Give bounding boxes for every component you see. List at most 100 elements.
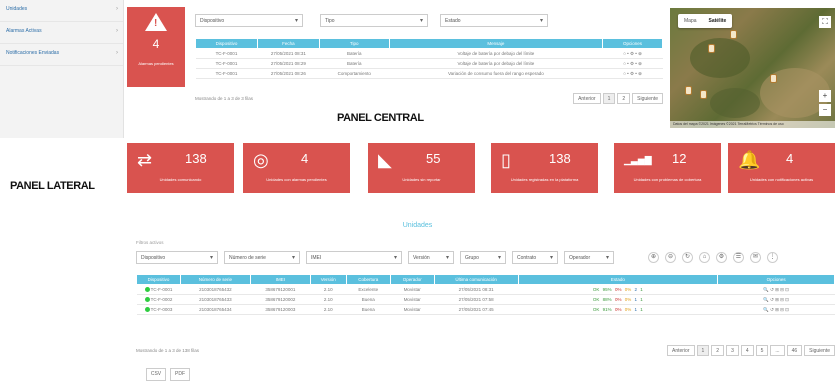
map-type-tabs: Mapa Satélite [678, 14, 733, 28]
column-header[interactable]: IMEI [249, 274, 311, 285]
stat-tile-registered[interactable]: ▯ 138 Unidades registradas en la platafo… [491, 143, 598, 193]
stat-tile-pending-alarms[interactable]: ◎ 4 Unidades con alarmas pendientes [243, 143, 350, 193]
zoom-in-icon[interactable]: ⊕ [648, 252, 659, 263]
page-2[interactable]: 2 [617, 93, 631, 104]
row-options[interactable]: ○ • ⚙ • ⊗ [602, 48, 663, 59]
refresh-icon[interactable]: ↻ [682, 252, 693, 263]
column-header[interactable]: Número de serie [179, 274, 251, 285]
map-marker-icon[interactable] [730, 30, 737, 39]
signal-icon: 1 [634, 307, 638, 312]
panel-central-label: PANEL CENTRAL [337, 112, 424, 124]
menu-icon[interactable]: ☰ [733, 252, 744, 263]
column-header[interactable]: Opciones [602, 38, 663, 49]
panel-lateral-label: PANEL LATERAL [10, 180, 95, 192]
map-marker-icon[interactable] [770, 74, 777, 83]
page-prev[interactable]: Anterior [666, 345, 695, 356]
zoom-out-icon[interactable]: − [819, 104, 831, 116]
column-header[interactable]: Opciones [717, 274, 835, 285]
filter-version-select[interactable]: Versión ▾ [408, 251, 454, 264]
export-csv-button[interactable]: CSV [146, 368, 166, 381]
map-marker-icon[interactable] [708, 44, 715, 53]
stat-tile-notifications[interactable]: 🔔 4 Unidades con notificaciones activas [728, 143, 835, 193]
satellite-map[interactable]: Mapa Satélite ⛶ + − Datos del mapa ©2021… [670, 8, 835, 128]
table-row[interactable]: TC-F-0002 2103018765433 358679120002 2.1… [136, 294, 835, 305]
stat-tile-communicating[interactable]: ⇄ 138 Unidades comunicando [127, 143, 234, 193]
units-filters: Dispositivo ▾ Número de serie ▾ IMEI ▾ Vers… [136, 251, 835, 265]
chevron-down-icon: ▾ [605, 255, 609, 261]
row-options[interactable]: 🔍 ↺ ⊞ ⊟ ⊡ [717, 294, 835, 305]
table-row[interactable]: TC-F-0001 2103018765432 358679120001 2.1… [136, 284, 835, 295]
row-options[interactable]: ○ • ⚙ • ⊗ [602, 68, 663, 79]
table-row[interactable]: TC-F-0001 27/05/2021 08:26 Comportamient… [195, 68, 663, 79]
stat-tile-not-reporting[interactable]: ◣ 55 Unidades sin reportar [368, 143, 475, 193]
zoom-in-icon[interactable]: + [819, 90, 831, 102]
battery-icon: 95% [602, 287, 612, 292]
column-header[interactable]: Operador [389, 274, 435, 285]
sidebar-item-alarms[interactable]: Alarmas Activas › [0, 22, 123, 44]
column-header[interactable]: Cobertura [345, 274, 391, 285]
filter-device-select[interactable]: Dispositivo ▾ [136, 251, 218, 264]
page-2[interactable]: 2 [711, 345, 725, 356]
column-header[interactable]: Fecha [256, 38, 320, 49]
table-row[interactable]: TC-F-0001 27/05/2021 08:31 Batería Volta… [195, 48, 663, 59]
column-header[interactable]: Dispositivo [195, 38, 258, 49]
column-header[interactable]: Estado [517, 274, 719, 285]
stat-tile-coverage[interactable]: ▁▃▅▇ 12 Unidades con problemas de cobert… [614, 143, 721, 193]
sidebar-item-units[interactable]: Unidades › [0, 0, 123, 22]
wifi-icon: 1 [640, 307, 643, 312]
sidebar-item-notifications[interactable]: Notificaciones Enviadas › [0, 44, 123, 66]
table-row[interactable]: TC-F-0001 27/05/2021 08:29 Batería Volta… [195, 58, 663, 69]
page-4[interactable]: 4 [740, 345, 754, 356]
page-prev[interactable]: Anterior [573, 93, 601, 104]
active-filters-label[interactable]: Filtros activos [136, 240, 164, 245]
home-icon[interactable]: ⌂ [699, 252, 710, 263]
transfer-icon: ⇄ [137, 150, 153, 170]
map-credit: Datos del mapa ©2021 Imágenes ©2021 Terr… [670, 121, 835, 128]
page-1[interactable]: 1 [696, 345, 710, 356]
alarm-summary-tile[interactable]: ! 4 Alarmas pendientes [127, 7, 185, 87]
online-status-dot [144, 307, 150, 313]
map-marker-icon[interactable] [700, 90, 707, 99]
filter-group-select[interactable]: Grupo ▾ [460, 251, 506, 264]
table-row[interactable]: TC-F-0003 2103018765434 358679120003 2.1… [136, 304, 835, 315]
page-last[interactable]: 46 [786, 345, 803, 356]
row-options[interactable]: 🔍 ↺ ⊞ ⊟ ⊡ [717, 304, 835, 315]
column-header[interactable]: Última comunicación [433, 274, 519, 285]
map-tab-map[interactable]: Mapa [678, 14, 703, 28]
column-header[interactable]: Tipo [318, 38, 390, 49]
map-tab-satellite[interactable]: Satélite [703, 14, 733, 28]
mail-icon[interactable]: ✉ [750, 252, 761, 263]
stat-value: 12 [672, 151, 687, 166]
alarms-table-footer: Mostrando de 1 a 3 de 3 filas Anterior 1… [195, 93, 663, 104]
filter-contract-select[interactable]: Contrato ▾ [512, 251, 558, 264]
filter-type-select[interactable]: Tipo ▾ [320, 14, 428, 27]
column-header[interactable]: Mensaje [388, 38, 604, 49]
column-header[interactable]: Dispositivo [136, 274, 181, 285]
export-pdf-button[interactable]: PDF [170, 368, 190, 381]
fullscreen-icon[interactable]: ⛶ [819, 16, 831, 28]
chevron-right-icon: › [116, 6, 118, 12]
map-marker-icon[interactable] [685, 86, 692, 95]
filter-state-select[interactable]: Estado ▾ [440, 14, 548, 27]
filter-imei-select[interactable]: IMEI ▾ [306, 251, 402, 264]
gear-icon[interactable]: ⚙ [716, 252, 727, 263]
zoom-out-icon[interactable]: ⊖ [665, 252, 676, 263]
page-ellipsis: ... [770, 345, 785, 356]
page-next[interactable]: Siguiente [632, 93, 663, 104]
more-icon[interactable]: ⋮ [767, 252, 778, 263]
page-next[interactable]: Siguiente [804, 345, 835, 356]
column-header[interactable]: Versión [309, 274, 347, 285]
page-3[interactable]: 3 [726, 345, 739, 356]
sidebar-item-label: Notificaciones Enviadas [6, 50, 60, 56]
page-5[interactable]: 5 [755, 345, 769, 356]
filter-serial-select[interactable]: Número de serie ▾ [224, 251, 300, 264]
alarm-count: 4 [152, 37, 160, 51]
page-1[interactable]: 1 [602, 93, 616, 104]
row-count-text: Mostrando de 1 a 3 de 138 filas [136, 348, 200, 353]
filter-device-select[interactable]: Dispositivo ▾ [195, 14, 303, 27]
filter-operator-select[interactable]: Operador ▾ [564, 251, 614, 264]
pagination: Anterior 1 2 Siguiente [571, 93, 663, 104]
row-options[interactable]: 🔍 ↺ ⊞ ⊟ ⊡ [717, 284, 835, 295]
row-options[interactable]: ○ • ⚙ • ⊗ [602, 58, 663, 69]
sidebar-item-label: Alarmas Activas [6, 28, 42, 34]
